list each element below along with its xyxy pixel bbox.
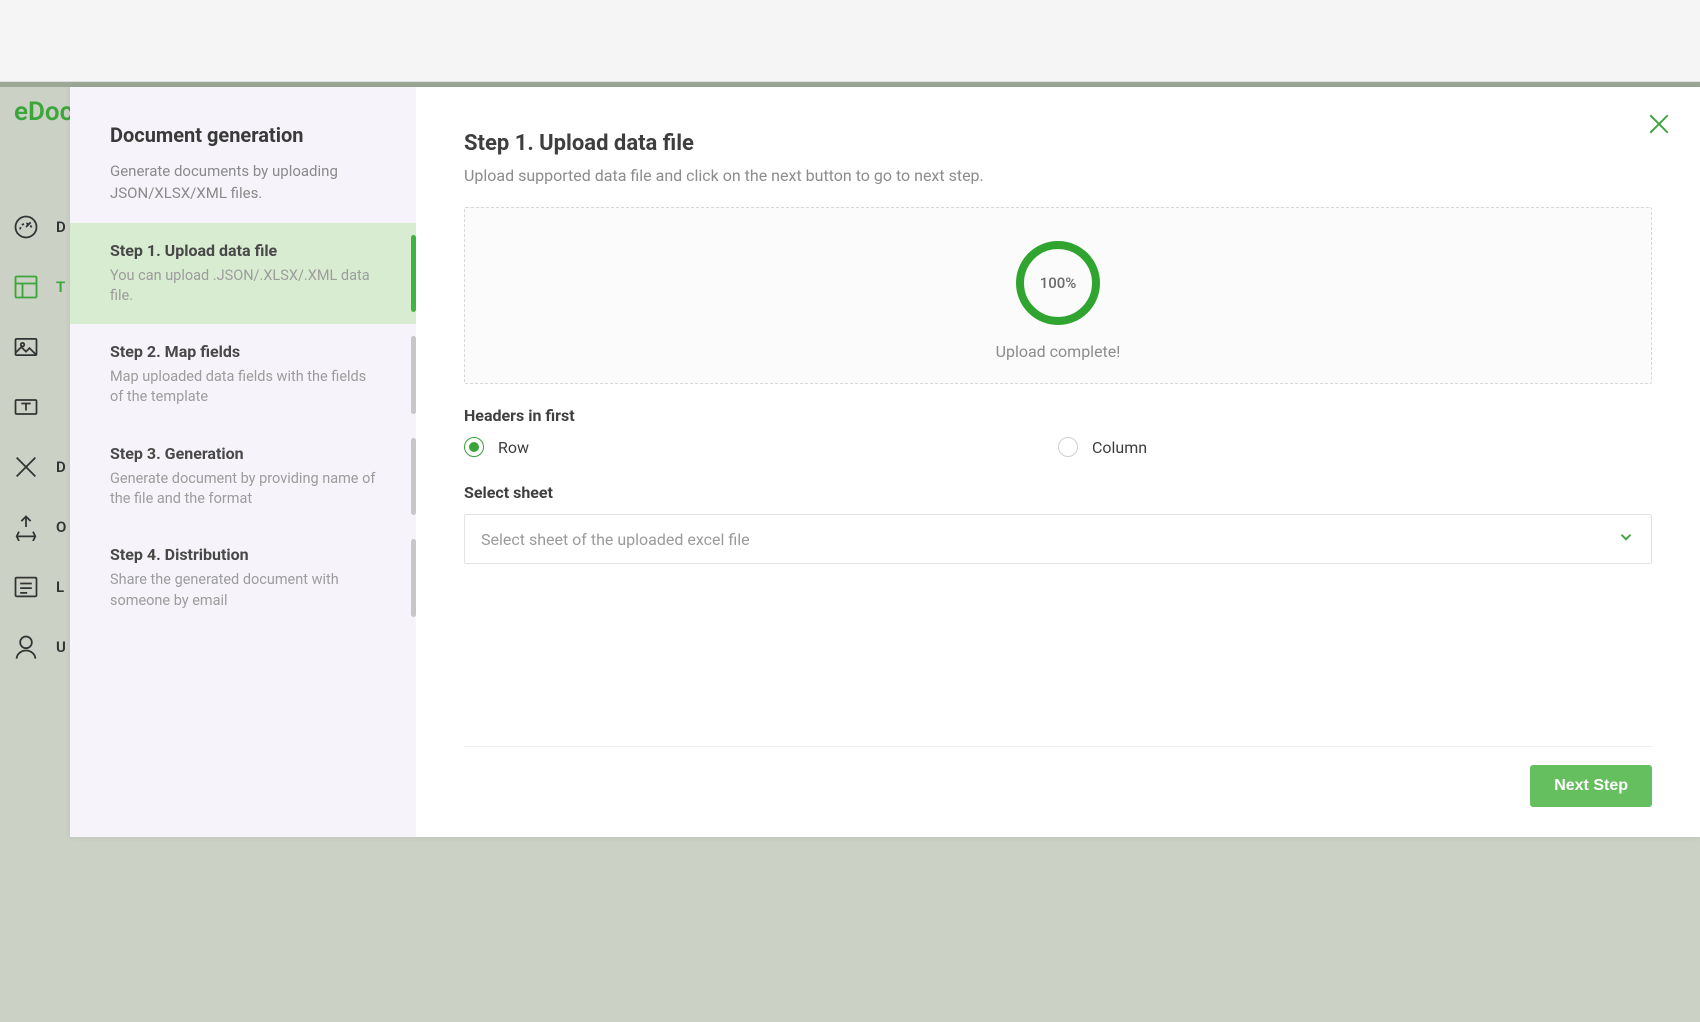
nav-label: D [56, 218, 66, 236]
step-desc: Generate document by providing name of t… [110, 469, 376, 510]
arrows-icon [10, 511, 42, 543]
nav-label: D [56, 458, 66, 476]
sidebar-title-block: Document generation Generate documents b… [70, 123, 416, 223]
image-icon [10, 331, 42, 363]
nav-label: T [56, 278, 65, 296]
main-subheading: Upload supported data file and click on … [464, 166, 1652, 185]
upload-status-text: Upload complete! [475, 342, 1641, 361]
next-step-button[interactable]: Next Step [1530, 765, 1652, 807]
step-desc: You can upload .JSON/.XLSX/.XML data fil… [110, 266, 376, 307]
radio-icon [1058, 437, 1078, 457]
brand-logo: eDoc [14, 97, 73, 127]
template-icon [10, 271, 42, 303]
step-title: Step 4. Distribution [110, 545, 376, 564]
step-title: Step 2. Map fields [110, 342, 376, 361]
select-sheet-label: Select sheet [464, 483, 1652, 502]
radio-label: Column [1092, 438, 1147, 457]
step-title: Step 1. Upload data file [110, 241, 376, 260]
radio-row-option[interactable]: Row [464, 437, 1058, 457]
headers-radio-group: Row Column [464, 437, 1652, 457]
sidebar-title: Document generation [110, 123, 376, 147]
main-heading: Step 1. Upload data file [464, 131, 1652, 156]
step-item-3[interactable]: Step 3. Generation Generate document by … [70, 426, 416, 528]
nav-label: O [56, 518, 66, 536]
nav-label: U [56, 638, 66, 656]
step-item-4[interactable]: Step 4. Distribution Share the generated… [70, 527, 416, 629]
user-icon [10, 631, 42, 663]
step-item-2[interactable]: Step 2. Map fields Map uploaded data fie… [70, 324, 416, 426]
upload-progress-percent: 100% [1013, 238, 1103, 328]
top-blank-bar [0, 0, 1700, 82]
chevron-down-icon [1617, 528, 1635, 550]
list-icon [10, 571, 42, 603]
footer-bar: Next Step [464, 746, 1652, 807]
nav-label: L [56, 578, 64, 596]
pencil-cross-icon [10, 451, 42, 483]
step-desc: Map uploaded data fields with the fields… [110, 367, 376, 408]
upload-progress-ring: 100% [1013, 238, 1103, 328]
gauge-icon [10, 211, 42, 243]
close-button[interactable] [1644, 109, 1674, 139]
document-generation-modal: Document generation Generate documents b… [70, 87, 1700, 837]
radio-column-option[interactable]: Column [1058, 437, 1652, 457]
headers-label: Headers in first [464, 406, 1652, 425]
select-sheet-dropdown[interactable]: Select sheet of the uploaded excel file [464, 514, 1652, 564]
select-placeholder: Select sheet of the uploaded excel file [481, 530, 750, 549]
close-icon [1644, 109, 1674, 139]
text-box-icon [10, 391, 42, 423]
main-panel: Step 1. Upload data file Upload supporte… [416, 87, 1700, 837]
upload-dropzone[interactable]: 100% Upload complete! [464, 207, 1652, 384]
sidebar-subtitle: Generate documents by uploading JSON/XLS… [110, 161, 376, 205]
step-title: Step 3. Generation [110, 444, 376, 463]
steps-sidebar: Document generation Generate documents b… [70, 87, 416, 837]
step-desc: Share the generated document with someon… [110, 570, 376, 611]
radio-icon [464, 437, 484, 457]
step-item-1[interactable]: Step 1. Upload data file You can upload … [70, 223, 416, 325]
radio-label: Row [498, 438, 529, 457]
